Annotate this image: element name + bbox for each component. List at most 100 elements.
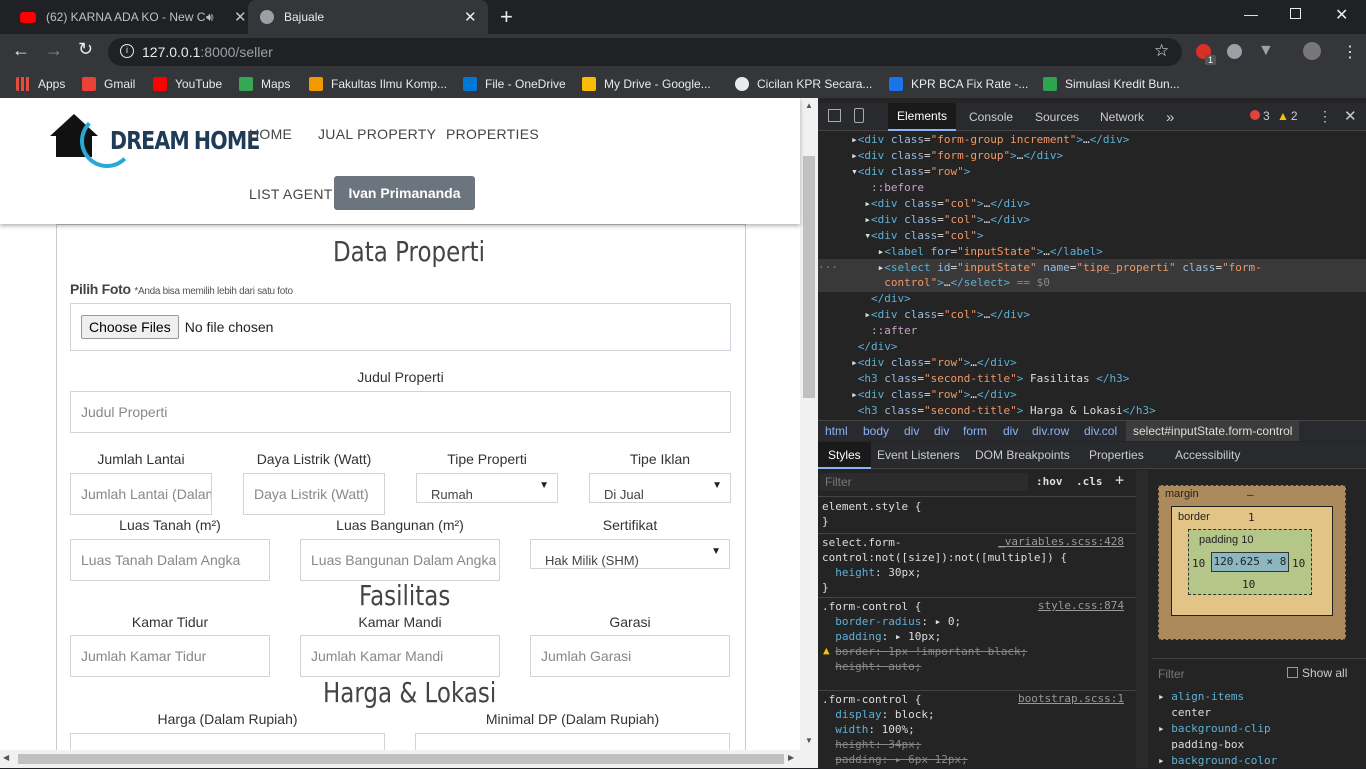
nav-home[interactable]: HOME <box>249 126 292 142</box>
nav-properties[interactable]: PROPERTIES <box>446 126 539 142</box>
box-content[interactable]: 120.625 × 8 <box>1211 552 1289 572</box>
nav-list-agent[interactable]: LIST AGENT <box>249 186 333 202</box>
bookmark-simulasi-kredit[interactable]: Simulasi Kredit Bun... <box>1043 77 1180 91</box>
dom-node[interactable]: ▾<div class="row"> <box>818 164 970 180</box>
judul-input[interactable]: Judul Properti <box>70 391 731 433</box>
site-logo[interactable]: DREAM HOME <box>50 112 260 168</box>
show-all-checkbox[interactable] <box>1287 667 1298 678</box>
choose-files-button[interactable]: Choose Files <box>81 315 179 339</box>
close-devtools-icon[interactable]: ✕ <box>1344 107 1357 125</box>
vpn-extension-icon[interactable]: ▼ <box>1258 42 1274 60</box>
bookmark-gmail[interactable]: Gmail <box>82 77 135 91</box>
bookmark-youtube[interactable]: YouTube <box>153 77 222 91</box>
tab-elements[interactable]: Elements <box>888 103 956 131</box>
computed-filter-input[interactable]: Filter <box>1158 667 1258 681</box>
dom-node[interactable]: <h3 class="second-title"> Fasilitas </h3… <box>818 371 1130 387</box>
tab-dom-breakpoints[interactable]: DOM Breakpoints <box>975 448 1070 462</box>
computed-background-color[interactable]: ▸ background-color <box>1158 753 1277 769</box>
box-margin[interactable]: margin – border 1 padding 10 10 10 120.6… <box>1158 485 1346 640</box>
cls-toggle[interactable]: .cls <box>1076 475 1103 488</box>
restore-button[interactable] <box>1290 8 1301 19</box>
bookmark-fakultas[interactable]: Fakultas Ilmu Komp... <box>309 77 447 91</box>
dom-node-select[interactable]: ··· ▸<select id="inputState" name="tipe_… <box>818 260 1262 276</box>
h-scroll-thumb[interactable] <box>18 754 784 764</box>
bookmark-maps[interactable]: Maps <box>239 77 290 91</box>
kamar-tidur-input[interactable]: Jumlah Kamar Tidur <box>70 635 270 677</box>
warning-count[interactable]: ▲ 2 <box>1277 109 1298 123</box>
tipe-iklan-select[interactable]: Di Jual ▼ <box>589 473 731 503</box>
scroll-up-icon[interactable]: ▲ <box>805 101 813 110</box>
dom-node[interactable]: </div> <box>818 291 911 307</box>
dom-node[interactable]: </div> <box>818 339 898 355</box>
crumb-item[interactable]: div.col <box>1084 424 1117 438</box>
bookmark-kpr-bca[interactable]: KPR BCA Fix Rate -... <box>889 77 1028 91</box>
dom-node[interactable]: ▾<div class="col"> <box>818 228 983 244</box>
scroll-left-icon[interactable]: ◀ <box>3 753 9 762</box>
crumb-item-selected[interactable]: select#inputState.form-control <box>1126 421 1300 441</box>
bookmark-cicilan-kpr[interactable]: Cicilan KPR Secara... <box>735 77 872 91</box>
tab-styles[interactable]: Styles <box>818 442 871 469</box>
tipe-properti-select[interactable]: Rumah ▼ <box>416 473 558 503</box>
menu-icon[interactable]: ⋮ <box>1342 42 1358 62</box>
crumb-item[interactable]: form <box>963 424 987 438</box>
back-icon[interactable]: ← <box>12 40 30 61</box>
lantai-input[interactable]: Jumlah Lantai (Dalam Angka) <box>70 473 212 515</box>
rule-element-style[interactable]: element.style { } <box>822 499 921 529</box>
dom-node[interactable]: ▸<div class="row">…</div> <box>818 387 1017 403</box>
globe-extension-icon[interactable] <box>1227 44 1242 59</box>
crumb-item[interactable]: div <box>1003 424 1018 438</box>
address-bar[interactable]: i 127.0.0.1:8000/seller ☆ <box>108 38 1182 66</box>
tab-properties[interactable]: Properties <box>1089 448 1144 462</box>
sertifikat-select[interactable]: Hak Milik (SHM) ▼ <box>530 539 730 569</box>
luas-tanah-input[interactable]: Luas Tanah Dalam Angka <box>70 539 270 581</box>
crumb-item[interactable]: div <box>904 424 919 438</box>
dom-node[interactable]: ▸<div class="col">…</div> <box>818 307 1030 323</box>
new-tab-button[interactable]: + <box>500 4 513 30</box>
rule-form-control-bootstrap[interactable]: .form-control { display: block; width: 1… <box>822 692 968 767</box>
box-padding[interactable]: padding 10 10 10 120.625 × 8 10 <box>1188 529 1312 595</box>
computed-align-items[interactable]: ▸ align-items center <box>1158 689 1244 721</box>
user-menu-button[interactable]: Ivan Primananda <box>334 176 475 210</box>
crumb-item[interactable]: body <box>863 424 889 438</box>
reload-icon[interactable]: ↻ <box>78 39 93 60</box>
tab-accessibility[interactable]: Accessibility <box>1175 448 1240 462</box>
hov-toggle[interactable]: :hov <box>1036 475 1063 488</box>
page-horizontal-scrollbar[interactable]: ◀ ▶ <box>0 750 818 768</box>
browser-tab-youtube[interactable]: (62) KARNA ADA KO - New C 🔊︎ ✕ <box>8 0 248 34</box>
tab-network[interactable]: Network <box>1100 103 1144 131</box>
page-vertical-scrollbar[interactable]: ▲ ▼ <box>800 98 818 750</box>
tab-sources[interactable]: Sources <box>1035 103 1079 131</box>
bookmark-onedrive[interactable]: File - OneDrive <box>463 77 566 91</box>
rule-form-control-style[interactable]: .form-control { border-radius: ▸ 0; padd… <box>822 599 1027 674</box>
computed-background-clip[interactable]: ▸ background-clip padding-box <box>1158 721 1271 753</box>
garasi-input[interactable]: Jumlah Garasi <box>530 635 730 677</box>
crumb-item[interactable]: div <box>934 424 949 438</box>
bookmark-apps[interactable]: Apps <box>16 77 65 91</box>
scroll-down-icon[interactable]: ▼ <box>805 736 813 745</box>
forward-icon[interactable]: → <box>45 40 63 61</box>
browser-tab-bajuale[interactable]: Bajuale ✕ <box>248 0 488 34</box>
daya-input[interactable]: Daya Listrik (Watt) <box>243 473 385 515</box>
dom-node[interactable]: <h3 class="second-title"> Harga & Lokasi… <box>818 403 1156 419</box>
styles-filter-input[interactable]: Filter <box>820 473 1028 491</box>
settings-menu-icon[interactable]: ⋮ <box>1318 108 1332 125</box>
crumb-item[interactable]: div.row <box>1032 424 1069 438</box>
box-border[interactable]: border 1 padding 10 10 10 120.625 × 8 10 <box>1171 506 1333 616</box>
tab-console[interactable]: Console <box>969 103 1013 131</box>
bookmark-google-drive[interactable]: My Drive - Google... <box>582 77 711 91</box>
styles-scrollbar[interactable] <box>1136 470 1148 768</box>
dom-node[interactable]: ▸<div class="col">…</div> <box>818 212 1030 228</box>
dom-node[interactable]: ::before <box>818 180 924 196</box>
source-link[interactable]: style.css:874 <box>1038 599 1124 612</box>
device-toggle-icon[interactable] <box>854 108 864 123</box>
scroll-right-icon[interactable]: ▶ <box>788 753 794 762</box>
more-tabs-button[interactable]: » <box>1166 103 1174 131</box>
inspect-icon[interactable] <box>828 109 841 122</box>
add-rule-icon[interactable]: + <box>1115 471 1124 489</box>
profile-avatar[interactable] <box>1303 42 1321 60</box>
scroll-thumb[interactable] <box>803 156 815 398</box>
kamar-mandi-input[interactable]: Jumlah Kamar Mandi <box>300 635 500 677</box>
source-link[interactable]: _variables.scss:428 <box>998 535 1124 548</box>
photo-file-input[interactable]: Choose Files No file chosen <box>70 303 731 351</box>
source-link[interactable]: bootstrap.scss:1 <box>1018 692 1124 705</box>
